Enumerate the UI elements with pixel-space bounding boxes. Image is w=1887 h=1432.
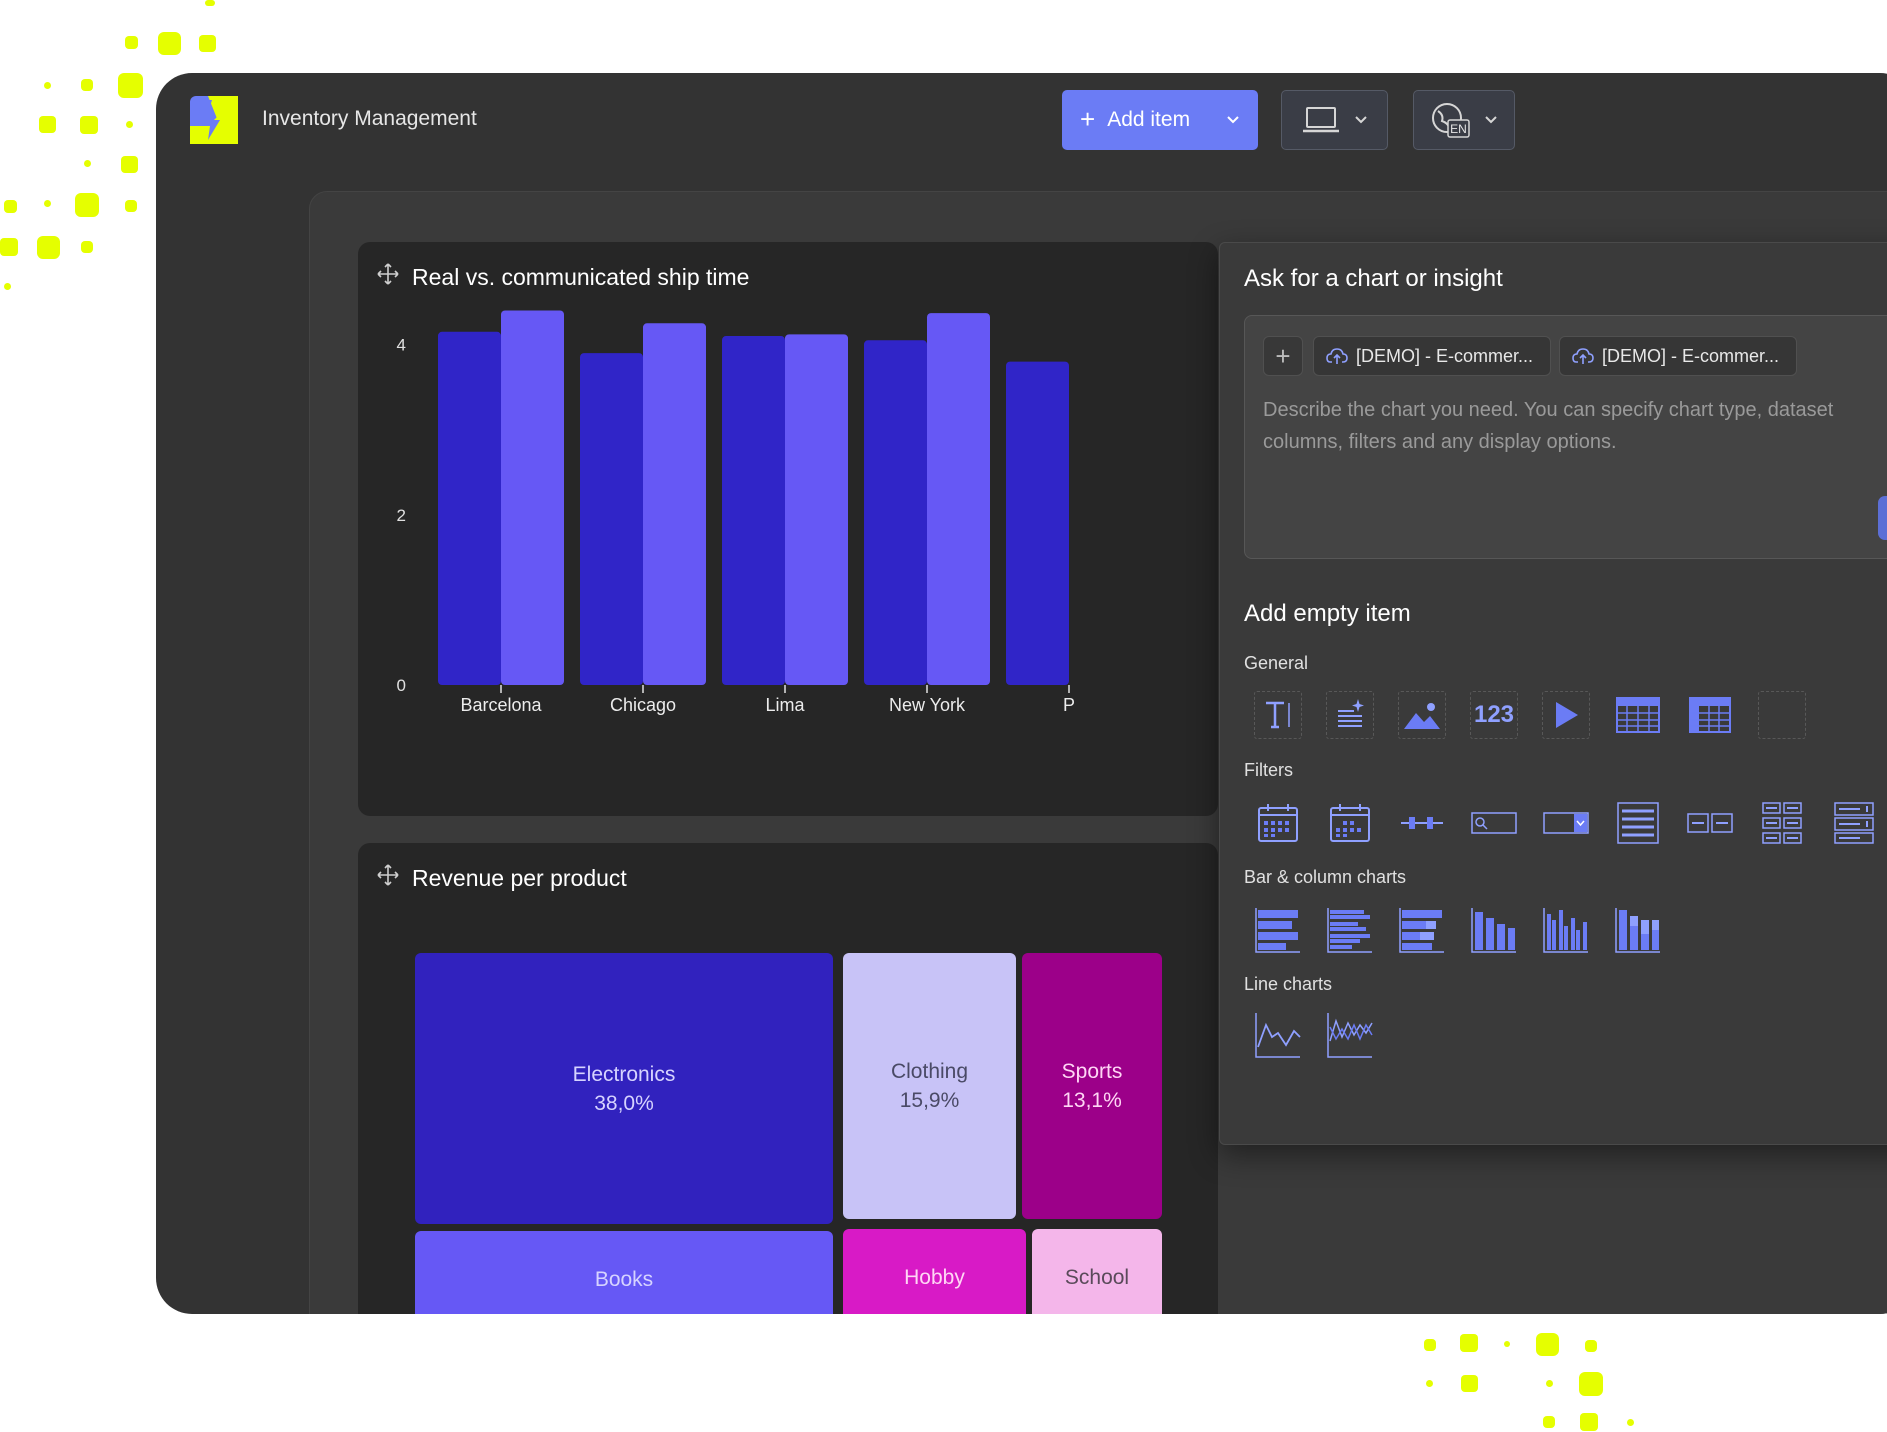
treemap: Electronics 38,0% Clothing 15,9% Sports 13,1%… (358, 843, 1218, 1314)
x-tick-label: New York (889, 695, 966, 715)
stacked-column-chart-icon[interactable] (1614, 906, 1662, 954)
section-label-bar-column: Bar & column charts (1244, 867, 1407, 887)
bar[interactable] (927, 313, 990, 685)
number-icon[interactable]: 123 (1470, 691, 1518, 739)
treemap-cell[interactable]: School (1032, 1229, 1162, 1314)
chevron-down-icon (1485, 116, 1497, 124)
chevron-down-icon (1226, 115, 1240, 125)
treemap-cell[interactable]: Hobby (843, 1229, 1026, 1314)
add-item-button[interactable]: + Add item (1062, 90, 1258, 150)
treemap-cell-label: Electronics (572, 1062, 676, 1086)
cloud-upload-icon (1572, 348, 1594, 364)
prompt-box: + [DEMO] - E-commer... [DEMO] - E-commer… (1244, 315, 1887, 559)
dropdown-filter-icon[interactable] (1542, 799, 1590, 847)
multi-line-chart-icon[interactable] (1326, 1011, 1374, 1059)
add-item-popup: Ask for a chart or insight + [DEMO] - E-… (1219, 242, 1887, 1145)
ai-text-icon[interactable] (1326, 691, 1374, 739)
treemap-cell-value: 15,9% (899, 1089, 960, 1112)
bar[interactable] (580, 353, 643, 685)
attach-dataset-button[interactable]: + (1263, 336, 1303, 376)
list-filter-icon[interactable] (1614, 799, 1662, 847)
general-icons: 123 (1254, 691, 1806, 739)
chart-card-revenue[interactable]: Revenue per product Electronics 38,0% Clot… (358, 843, 1218, 1314)
treemap-cell-label: Sports (1061, 1060, 1123, 1083)
chart-prompt-input[interactable] (1263, 394, 1887, 474)
app-logo (190, 96, 238, 144)
empty-icon[interactable] (1758, 691, 1806, 739)
bar-chart-icon[interactable] (1254, 906, 1302, 954)
x-tick-label: Barcelona (460, 695, 542, 715)
bar[interactable] (501, 310, 564, 685)
y-tick-label: 0 (397, 676, 406, 695)
section-label-filters: Filters (1244, 760, 1293, 780)
treemap-cell[interactable]: Clothing 15,9% (843, 953, 1016, 1219)
stacked-bar-chart-icon[interactable] (1398, 906, 1446, 954)
add-empty-title: Add empty item (1244, 600, 1411, 627)
app-title: Inventory Management (262, 107, 477, 130)
bar-column-icons (1254, 906, 1662, 954)
treemap-cell-value: 13,1% (1062, 1089, 1122, 1112)
language-dropdown[interactable]: EN (1413, 90, 1515, 150)
bar[interactable] (785, 334, 848, 685)
globe-icon: EN (1432, 103, 1470, 138)
date-range-filter-icon[interactable] (1326, 799, 1374, 847)
dataset-chip[interactable]: [DEMO] - E-commer... (1313, 336, 1551, 376)
section-label-line: Line charts (1244, 974, 1333, 994)
y-tick-label: 2 (397, 506, 406, 525)
pivot-table-icon[interactable] (1686, 691, 1734, 739)
dataset-chip[interactable]: [DEMO] - E-commer... (1559, 336, 1797, 376)
bar[interactable] (438, 331, 501, 685)
column-chart-icon[interactable] (1470, 906, 1518, 954)
bar-chart: 0 2 4 Barcelona Chicago Lima New York P (397, 310, 1075, 715)
search-filter-icon[interactable] (1470, 799, 1518, 847)
grouped-column-chart-icon[interactable] (1542, 906, 1590, 954)
treemap-cell-label: Books (594, 1268, 654, 1291)
date-filter-icon[interactable] (1254, 799, 1302, 847)
section-label-general: General (1244, 653, 1309, 673)
video-icon[interactable] (1542, 691, 1590, 739)
treemap-cell[interactable]: Sports 13,1% (1022, 953, 1162, 1219)
treemap-cell-label: Hobby (904, 1266, 965, 1289)
table-icon[interactable] (1614, 691, 1662, 739)
number-icon-text: 123 (1473, 701, 1515, 728)
treemap-cell-value: 38,0% (594, 1091, 654, 1115)
chevron-down-icon (1354, 116, 1367, 124)
dataset-chip-label: [DEMO] - E-commer... (1356, 345, 1534, 366)
app-window: Inventory Management + Add item EN Real … (156, 73, 1887, 1314)
bar[interactable] (1006, 361, 1069, 685)
bar[interactable] (722, 336, 785, 685)
slider-filter-icon[interactable] (1398, 799, 1446, 847)
multi-list-filter-icon[interactable] (1830, 799, 1878, 847)
dataset-chip-label: [DEMO] - E-commer... (1602, 345, 1780, 366)
treemap-cell[interactable]: Electronics 38,0% (415, 953, 833, 1224)
x-tick-label: Lima (765, 695, 805, 715)
send-button[interactable] (1878, 496, 1887, 540)
laptop-icon (1302, 107, 1339, 133)
line-icons (1254, 1011, 1374, 1059)
treemap-cell-label: School (1064, 1266, 1130, 1289)
filter-icons (1254, 799, 1878, 847)
add-item-label: Add item (1107, 108, 1191, 131)
x-tick-label: Chicago (610, 695, 676, 715)
bar[interactable] (864, 340, 927, 685)
grid-filter-icon[interactable] (1758, 799, 1806, 847)
bar[interactable] (643, 323, 706, 685)
line-chart-icon[interactable] (1254, 1011, 1302, 1059)
image-icon[interactable] (1398, 691, 1446, 739)
text-icon[interactable] (1254, 691, 1302, 739)
button-group-filter-icon[interactable] (1686, 799, 1734, 847)
x-tick-label: P (1063, 695, 1075, 715)
treemap-cell[interactable]: Books (415, 1231, 833, 1314)
device-preview-dropdown[interactable] (1281, 90, 1388, 150)
plus-icon: + (1080, 104, 1096, 134)
grouped-bar-chart-icon[interactable] (1326, 906, 1374, 954)
chart-card-ship-time[interactable]: Real vs. communicated ship time 0 2 4 Barce… (358, 242, 1218, 816)
cloud-upload-icon (1326, 348, 1348, 364)
treemap-cell-label: Clothing (890, 1060, 969, 1083)
y-tick-label: 4 (397, 336, 406, 355)
language-code: EN (1450, 122, 1467, 136)
ask-section-title: Ask for a chart or insight (1244, 265, 1503, 292)
